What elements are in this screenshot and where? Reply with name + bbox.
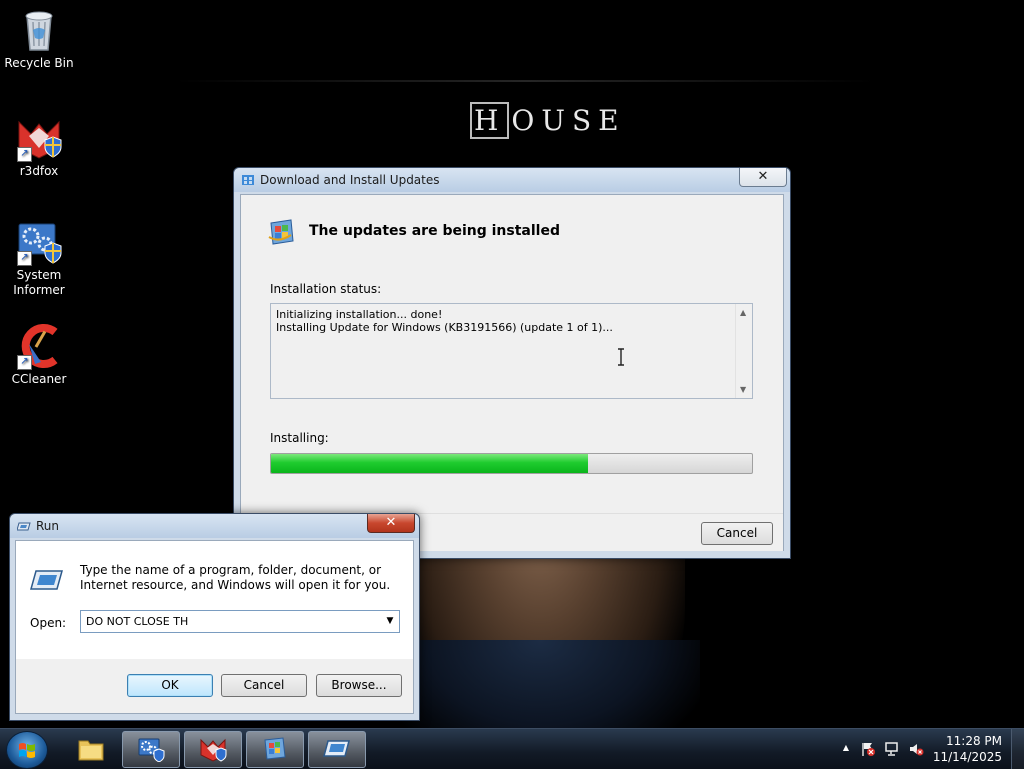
taskbar-button-explorer[interactable] [62,731,120,768]
desktop: H OUSE Recycle Bin ↗ r3dfox ↗ System Inf… [0,0,1024,728]
windows-update-icon [241,173,255,187]
update-dialog-heading: The updates are being installed [309,223,560,239]
shortcut-arrow-icon: ↗ [17,147,32,162]
desktop-icon-label: CCleaner [11,372,67,386]
update-dialog-close-button[interactable]: ✕ [739,168,787,187]
scroll-up-icon[interactable]: ▲ [740,308,746,317]
run-dialog-icon [323,736,351,762]
status-line: Installing Update for Windows (KB3191566… [276,321,613,334]
clock-time[interactable]: 11:28 PM [946,734,1002,748]
open-label: Open: [30,616,67,630]
taskbar-button-system-informer[interactable] [122,731,180,768]
installing-label: Installing: [270,431,329,445]
wallpaper-collar [380,640,700,728]
run-dialog-client: Type the name of a program, folder, docu… [15,540,414,714]
install-progress-bar [270,453,753,474]
volume-muted-icon[interactable] [908,741,924,757]
update-dialog-title: Download and Install Updates [260,173,440,187]
show-hidden-icons-button[interactable]: ▲ [838,743,854,759]
recycle-bin-icon [15,6,63,54]
run-dialog-icon [30,567,64,593]
action-center-flag-icon[interactable] [860,741,876,757]
run-dialog-body: Type the name of a program, folder, docu… [16,541,413,659]
install-progress-fill [271,454,589,473]
status-line: Initializing installation... done! [276,308,443,321]
run-dialog-close-button[interactable]: ✕ [367,514,415,533]
r3dfox-icon [199,736,227,762]
desktop-icon-label: r3dfox [19,164,59,178]
update-dialog-titlebar[interactable]: Download and Install Updates [234,168,790,192]
taskbar-button-windows-update[interactable] [246,731,304,768]
wallpaper-rule [175,80,875,82]
installation-status-box[interactable]: Initializing installation... done! Insta… [270,303,753,399]
clock-date[interactable]: 11/14/2025 [933,750,1002,764]
taskbar-button-r3dfox[interactable] [184,731,242,768]
run-dialog-title: Run [36,519,60,533]
scroll-down-icon[interactable]: ▼ [740,385,746,394]
desktop-icon-system-informer[interactable]: ↗ System Informer [0,218,78,298]
text-cursor-icon [618,348,624,366]
network-icon[interactable] [884,741,900,757]
update-dialog-body: The updates are being installed Installa… [241,195,783,513]
desktop-icon-label: Recycle Bin [4,56,74,70]
wallpaper-logo: H OUSE [470,102,626,139]
taskbar-button-run[interactable] [308,731,366,768]
system-tray: ▲ 11:28 PM 11/14/2025 [834,729,1024,769]
ccleaner-icon: ↗ [15,322,63,370]
chevron-down-icon[interactable]: ▼ [381,611,399,632]
update-cancel-button[interactable]: Cancel [701,522,773,545]
run-ok-button[interactable]: OK [127,674,213,697]
open-combobox[interactable]: ▼ [80,610,400,633]
run-dialog-icon [16,519,31,533]
windows-update-icon [261,736,289,762]
status-scrollbar[interactable]: ▲ ▼ [735,304,752,398]
desktop-icon-r3dfox[interactable]: ↗ r3dfox [0,114,78,179]
shortcut-arrow-icon: ↗ [17,251,32,266]
open-input[interactable] [81,611,378,632]
system-informer-icon: ↗ [15,218,63,266]
shortcut-arrow-icon: ↗ [17,355,32,370]
run-dialog-titlebar[interactable]: Run [10,514,419,538]
show-desktop-button[interactable] [1011,729,1024,769]
desktop-icon-label: System Informer [13,268,65,297]
explorer-folder-icon [77,736,105,762]
run-browse-button[interactable]: Browse... [316,674,402,697]
desktop-icon-recycle-bin[interactable]: Recycle Bin [0,6,78,71]
wallpaper-logo-first-letter: H [470,102,510,139]
desktop-icon-ccleaner[interactable]: ↗ CCleaner [0,322,78,387]
run-dialog: Run ✕ Type the name of a program, folder… [9,513,420,721]
taskbar: ▲ 11:28 PM 11/14/2025 [0,728,1024,769]
system-informer-icon [137,736,165,763]
update-dialog-client: The updates are being installed Installa… [240,194,784,551]
run-dialog-description: Type the name of a program, folder, docu… [80,563,391,592]
update-dialog: Download and Install Updates ✕ The updat… [233,167,791,559]
installation-status-label: Installation status: [270,282,382,296]
wallpaper-logo-rest: OUSE [511,104,626,137]
run-cancel-button[interactable]: Cancel [221,674,307,697]
windows-update-icon [267,217,297,247]
r3dfox-icon: ↗ [15,114,63,162]
windows-start-icon[interactable] [6,731,48,769]
